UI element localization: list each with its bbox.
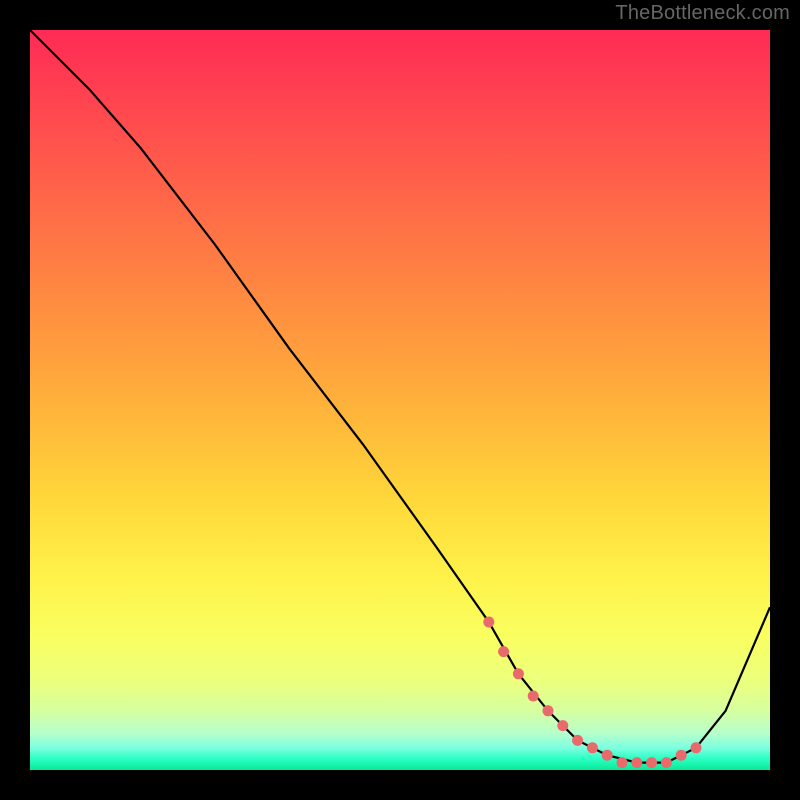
curve-svg — [30, 30, 770, 770]
chart-container: TheBottleneck.com — [0, 0, 800, 800]
bottleneck-curve — [30, 30, 770, 763]
valley-marker — [498, 646, 509, 657]
valley-marker — [631, 757, 642, 768]
valley-marker — [676, 750, 687, 761]
valley-marker — [513, 668, 524, 679]
valley-marker — [587, 742, 598, 753]
valley-marker — [661, 757, 672, 768]
valley-marker — [557, 720, 568, 731]
valley-marker — [646, 757, 657, 768]
valley-marker — [572, 735, 583, 746]
attribution-text: TheBottleneck.com — [615, 2, 790, 25]
valley-marker — [691, 742, 702, 753]
valley-marker — [617, 757, 628, 768]
valley-markers — [483, 617, 701, 769]
valley-marker — [528, 691, 539, 702]
valley-marker — [602, 750, 613, 761]
plot-area — [30, 30, 770, 770]
valley-marker — [483, 617, 494, 628]
valley-marker — [543, 705, 554, 716]
